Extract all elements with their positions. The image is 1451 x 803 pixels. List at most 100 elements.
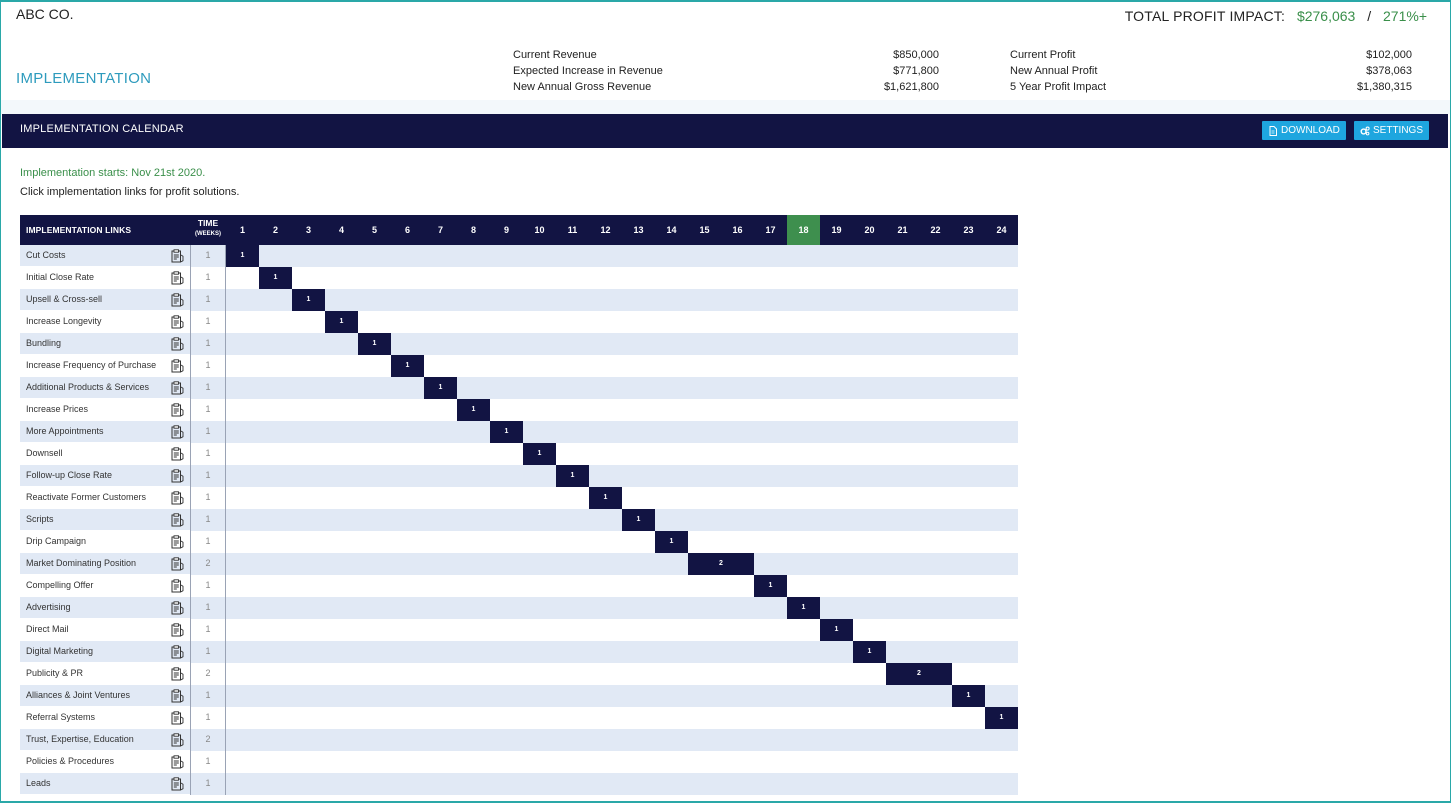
implementation-link-label: Cut Costs xyxy=(26,250,66,260)
stat-label: New Annual Gross Revenue xyxy=(513,81,652,93)
implementation-link[interactable]: Initial Close Rate xyxy=(20,267,190,289)
week-header-20: 20 xyxy=(864,225,875,235)
clipboard-icon[interactable] xyxy=(170,689,184,703)
schedule-bar: 1 xyxy=(391,355,424,377)
table-row: Follow-up Close Rate 1 1 xyxy=(20,465,1018,487)
clipboard-icon[interactable] xyxy=(170,271,184,285)
implementation-link[interactable]: Additional Products & Services xyxy=(20,377,190,399)
clipboard-icon[interactable] xyxy=(170,667,184,681)
week-track xyxy=(226,443,1018,465)
implementation-link[interactable]: Compelling Offer xyxy=(20,575,190,597)
clipboard-icon[interactable] xyxy=(170,447,184,461)
implementation-link[interactable]: Market Dominating Position xyxy=(20,553,190,575)
stat-row: Current Revenue $850,000 xyxy=(513,47,939,63)
week-header-15: 15 xyxy=(699,225,710,235)
clipboard-icon[interactable] xyxy=(170,359,184,373)
clipboard-icon[interactable] xyxy=(170,755,184,769)
clipboard-icon[interactable] xyxy=(170,601,184,615)
schedule-bar: 1 xyxy=(589,487,622,509)
clipboard-icon[interactable] xyxy=(170,733,184,747)
time-weeks: 1 xyxy=(205,492,211,502)
settings-button[interactable]: SETTINGS xyxy=(1354,121,1430,140)
implementation-link[interactable]: Policies & Procedures xyxy=(20,751,190,773)
week-track xyxy=(226,553,1018,575)
table-row: Digital Marketing 1 1 xyxy=(20,641,1018,663)
time-weeks: 1 xyxy=(205,294,211,304)
stat-row: 5 Year Profit Impact $1,380,315 xyxy=(1010,79,1412,95)
implementation-link[interactable]: More Appointments xyxy=(20,421,190,443)
implementation-link-label: Digital Marketing xyxy=(26,646,94,656)
clipboard-icon[interactable] xyxy=(170,579,184,593)
clipboard-icon[interactable] xyxy=(170,777,184,791)
clipboard-icon[interactable] xyxy=(170,337,184,351)
week-track xyxy=(226,685,1018,707)
implementation-link[interactable]: Increase Frequency of Purchase xyxy=(20,355,190,377)
clipboard-icon[interactable] xyxy=(170,623,184,637)
implementation-link[interactable]: Bundling xyxy=(20,333,190,355)
schedule-bar: 1 xyxy=(259,267,292,289)
time-weeks: 1 xyxy=(205,360,211,370)
table-row: Scripts 1 1 xyxy=(20,509,1018,531)
week-header-8: 8 xyxy=(470,225,476,235)
clipboard-icon[interactable] xyxy=(170,249,184,263)
table-row: Increase Prices 1 1 xyxy=(20,399,1018,421)
clipboard-icon[interactable] xyxy=(170,557,184,571)
week-track xyxy=(226,377,1018,399)
week-track xyxy=(226,355,1018,377)
implementation-link[interactable]: Referral Systems xyxy=(20,707,190,729)
clipboard-icon[interactable] xyxy=(170,315,184,329)
calendar-toolbar: IMPLEMENTATION CALENDAR DOWNLOAD SETTING… xyxy=(2,114,1448,148)
table-row: Increase Longevity 1 1 xyxy=(20,311,1018,333)
implementation-link[interactable]: Reactivate Former Customers xyxy=(20,487,190,509)
time-cell: 2 xyxy=(190,553,226,575)
week-header-4: 4 xyxy=(338,225,344,235)
week-track xyxy=(226,333,1018,355)
week-track xyxy=(226,487,1018,509)
implementation-link[interactable]: Follow-up Close Rate xyxy=(20,465,190,487)
implementation-link-label: Increase Longevity xyxy=(26,316,102,326)
schedule-bar: 1 xyxy=(556,465,589,487)
time-weeks: 1 xyxy=(205,272,211,282)
gears-icon xyxy=(1360,126,1370,135)
time-weeks: 1 xyxy=(205,426,211,436)
implementation-link[interactable]: Upsell & Cross-sell xyxy=(20,289,190,311)
implementation-link[interactable]: Drip Campaign xyxy=(20,531,190,553)
table-row: Upsell & Cross-sell 1 1 xyxy=(20,289,1018,311)
implementation-link-label: Downsell xyxy=(26,448,63,458)
implementation-link[interactable]: Increase Longevity xyxy=(20,311,190,333)
week-header-22: 22 xyxy=(930,225,941,235)
implementation-link[interactable]: Trust, Expertise, Education xyxy=(20,729,190,751)
implementation-link[interactable]: Advertising xyxy=(20,597,190,619)
clipboard-icon[interactable] xyxy=(170,469,184,483)
week-header-7: 7 xyxy=(437,225,443,235)
clipboard-icon[interactable] xyxy=(170,535,184,549)
download-button[interactable]: DOWNLOAD xyxy=(1262,121,1346,140)
time-weeks: 1 xyxy=(205,646,211,656)
clipboard-icon[interactable] xyxy=(170,513,184,527)
implementation-link[interactable]: Publicity & PR xyxy=(20,663,190,685)
time-cell: 1 xyxy=(190,685,226,707)
time-cell: 1 xyxy=(190,443,226,465)
clipboard-icon[interactable] xyxy=(170,491,184,505)
implementation-link[interactable]: Cut Costs xyxy=(20,245,190,267)
implementation-link[interactable]: Increase Prices xyxy=(20,399,190,421)
clipboard-icon[interactable] xyxy=(170,381,184,395)
implementation-link[interactable]: Alliances & Joint Ventures xyxy=(20,685,190,707)
clipboard-icon[interactable] xyxy=(170,293,184,307)
time-cell: 1 xyxy=(190,421,226,443)
implementation-link[interactable]: Downsell xyxy=(20,443,190,465)
implementation-link-label: Drip Campaign xyxy=(26,536,87,546)
clipboard-icon[interactable] xyxy=(170,645,184,659)
implementation-link[interactable]: Digital Marketing xyxy=(20,641,190,663)
clipboard-icon[interactable] xyxy=(170,425,184,439)
clipboard-icon[interactable] xyxy=(170,403,184,417)
header-divider xyxy=(0,100,1451,114)
implementation-link-label: Advertising xyxy=(26,602,71,612)
implementation-link[interactable]: Direct Mail xyxy=(20,619,190,641)
stat-row: New Annual Gross Revenue $1,621,800 xyxy=(513,79,939,95)
time-weeks: 2 xyxy=(205,734,211,744)
clipboard-icon[interactable] xyxy=(170,711,184,725)
implementation-link[interactable]: Leads xyxy=(20,773,190,795)
week-track xyxy=(226,773,1018,795)
implementation-link[interactable]: Scripts xyxy=(20,509,190,531)
